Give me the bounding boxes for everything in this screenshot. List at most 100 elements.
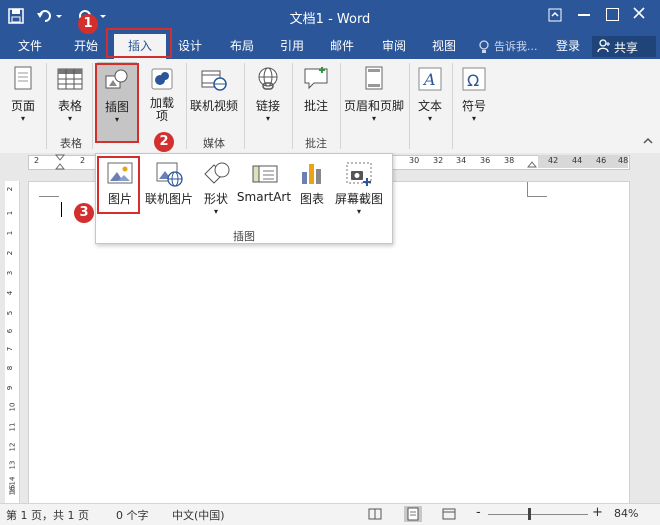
vruler-tick: 9 <box>6 385 15 391</box>
zoom-level[interactable]: 84% <box>614 507 638 520</box>
sign-in-link[interactable]: 登录 <box>552 34 584 59</box>
vruler-tick: 8 <box>6 365 15 371</box>
vruler-tick: 3 <box>6 270 15 276</box>
highlight-box-pictures <box>97 156 140 214</box>
table-button[interactable]: 表格 ▾ <box>52 59 88 123</box>
step-badge-3: 3 <box>74 203 94 223</box>
page-icon <box>9 65 37 93</box>
undo-icon[interactable] <box>36 7 64 25</box>
margin-mark <box>527 196 547 197</box>
pages-button[interactable]: 页面 ▾ <box>4 59 42 123</box>
shapes-label: 形状 <box>203 192 228 206</box>
online-pictures-button[interactable]: 联机图片 <box>142 160 196 207</box>
vruler-tick: 11 <box>8 422 17 432</box>
tab-view[interactable]: 视图 <box>424 34 464 59</box>
symbol-button[interactable]: Ω 符号 ▾ <box>456 59 492 123</box>
vruler-tick: 2 <box>6 250 15 256</box>
smartart-icon <box>249 160 279 188</box>
ruler-tick: 48 <box>618 156 629 165</box>
lightbulb-icon <box>478 40 490 54</box>
header-footer-label: 页眉和页脚 <box>343 99 404 113</box>
link-icon <box>254 65 282 93</box>
zoom-in-button[interactable]: + <box>592 505 603 520</box>
close-icon[interactable] <box>632 6 646 20</box>
read-mode-icon[interactable] <box>368 507 382 521</box>
save-icon[interactable] <box>8 8 24 24</box>
addins-label: 加载 项 <box>149 96 174 123</box>
tab-layout[interactable]: 布局 <box>222 34 262 59</box>
vruler-tick: 4 <box>6 290 15 296</box>
restore-ribbon-icon[interactable] <box>548 8 562 22</box>
shapes-button[interactable]: 形状 ▾ <box>198 160 234 216</box>
zoom-slider-thumb[interactable] <box>528 508 531 520</box>
ruler-tick: 42 <box>548 156 559 165</box>
person-icon <box>597 39 611 53</box>
dropdown-group-label: 插图 <box>233 230 255 243</box>
group-divider <box>292 63 293 149</box>
tab-design[interactable]: 设计 <box>170 34 210 59</box>
table-label: 表格 <box>57 99 82 113</box>
highlight-box-insert-tab <box>106 28 172 58</box>
link-button[interactable]: 链接 ▾ <box>250 59 286 123</box>
ribbon: 页面 ▾ 表格 ▾ 表格 插图 ▾ 加载 项 联机视频 媒体 链接 ▾ 批注 批… <box>0 59 660 154</box>
ribbon-tabs: 文件 开始 插入 设计 布局 引用 邮件 审阅 视图 告诉我... 登录 共享 <box>0 34 660 59</box>
ruler-tick: 34 <box>456 156 467 165</box>
group-divider <box>452 63 453 149</box>
tab-mailings[interactable]: 邮件 <box>322 34 362 59</box>
text-cursor <box>61 202 62 217</box>
tab-review[interactable]: 审阅 <box>374 34 414 59</box>
pages-label: 页面 <box>10 99 35 113</box>
vruler-tick: 6 <box>6 328 15 334</box>
group-label-table: 表格 <box>60 137 82 150</box>
tell-me-input[interactable]: 告诉我... <box>494 34 546 59</box>
web-layout-icon[interactable] <box>442 507 456 521</box>
smartart-button[interactable]: SmartArt <box>236 160 292 204</box>
smartart-label: SmartArt <box>236 190 292 204</box>
title-bar: 文档1 - Word <box>0 0 660 34</box>
header-footer-button[interactable]: 页眉和页脚 ▾ <box>342 59 406 123</box>
chevron-down-icon: ▾ <box>427 114 432 123</box>
tab-references[interactable]: 引用 <box>272 34 312 59</box>
right-indent-marker[interactable] <box>526 155 538 168</box>
chart-label: 图表 <box>299 192 324 206</box>
collapse-ribbon-icon[interactable] <box>642 135 654 147</box>
ruler-tick: 32 <box>433 156 444 165</box>
maximize-icon[interactable] <box>606 8 619 21</box>
language-indicator[interactable]: 中文(中国) <box>172 507 225 523</box>
page-count[interactable]: 第 1 页，共 1 页 <box>6 507 89 523</box>
step-badge-2: 2 <box>154 132 174 152</box>
symbol-label: 符号 <box>461 99 486 113</box>
ruler-tick: 2 <box>34 156 40 165</box>
share-button[interactable]: 共享 <box>592 36 656 57</box>
word-count[interactable]: 0 个字 <box>116 507 149 523</box>
indent-marker[interactable] <box>54 154 66 170</box>
text-label: 文本 <box>417 99 442 113</box>
text-button[interactable]: A 文本 ▾ <box>412 59 448 123</box>
print-layout-icon[interactable] <box>404 506 422 522</box>
vruler-tick: 5 <box>6 310 15 316</box>
margin-mark <box>527 182 528 196</box>
vruler-tick: 10 <box>8 402 17 412</box>
chevron-down-icon: ▾ <box>67 114 72 123</box>
vruler-tick: 2 <box>6 186 15 192</box>
zoom-out-button[interactable]: - <box>476 505 481 520</box>
vruler-tick: 1 <box>6 210 15 216</box>
chevron-down-icon: ▾ <box>471 114 476 123</box>
screenshot-icon <box>344 160 374 188</box>
chart-button[interactable]: 图表 <box>294 160 330 207</box>
new-comment-button[interactable]: 批注 <box>296 59 336 114</box>
addins-button[interactable]: 加载 项 <box>142 59 182 123</box>
screenshot-label: 屏幕截图 <box>334 192 383 206</box>
ruler-tick: 36 <box>480 156 491 165</box>
zoom-slider-track[interactable] <box>488 514 588 515</box>
ruler-tick: 44 <box>572 156 583 165</box>
shapes-icon <box>201 160 231 188</box>
tab-home[interactable]: 开始 <box>64 34 108 59</box>
screenshot-button[interactable]: 屏幕截图 ▾ <box>332 160 386 216</box>
online-video-button[interactable]: 联机视频 <box>188 59 240 114</box>
tab-file[interactable]: 文件 <box>8 34 52 59</box>
minimize-icon[interactable] <box>578 14 590 16</box>
ruler-tick: 30 <box>409 156 420 165</box>
online-video-label: 联机视频 <box>189 99 238 113</box>
group-label-comments: 批注 <box>305 137 327 150</box>
